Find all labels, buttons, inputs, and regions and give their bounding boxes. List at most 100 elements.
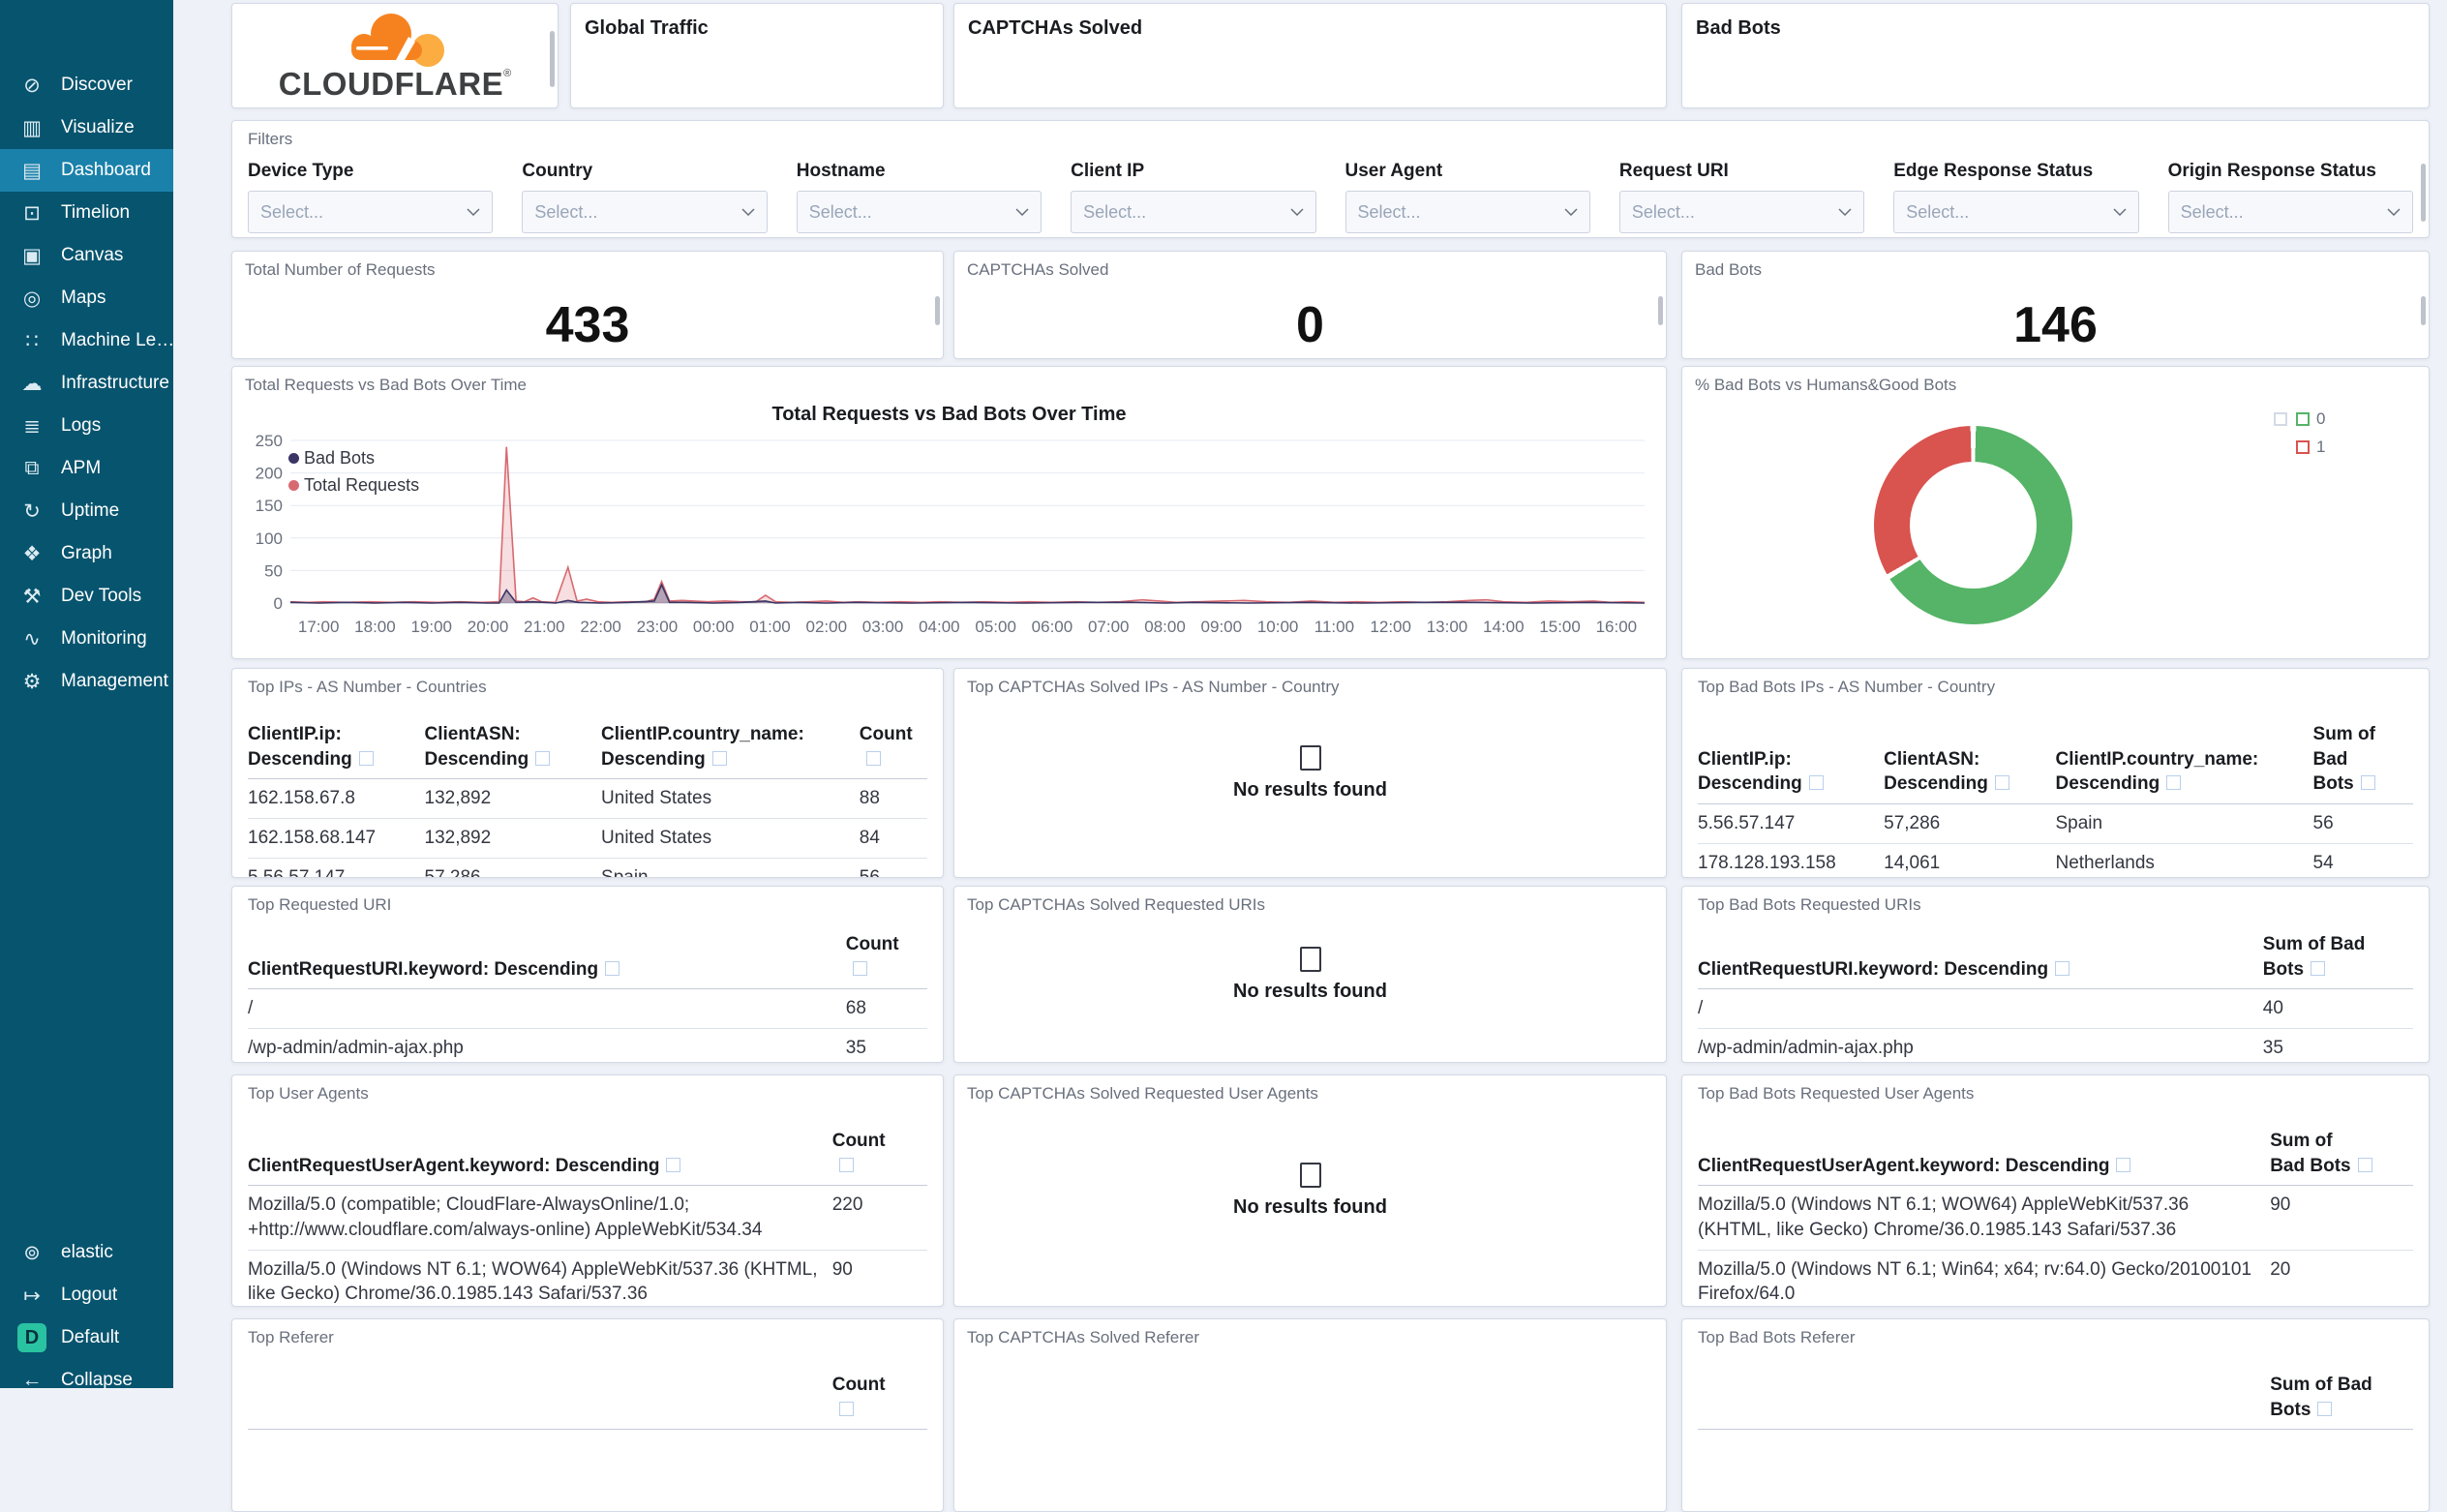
filter-client-ip: Client IP Select... [1071,161,1316,233]
panel-scrollbar-thumb[interactable] [2421,164,2426,222]
sidebar-item-uptime[interactable]: ↻ Uptime [0,490,173,532]
country-select[interactable]: Select... [522,191,768,233]
column-header[interactable]: Count [831,1373,927,1431]
sidebar-item-canvas[interactable]: ▣ Canvas [0,234,173,277]
sidebar-item-elastic-user[interactable]: ⊚ elastic [0,1231,173,1274]
panel-top-badbot-referer: Top Bad Bots Referer Sum of Bad Bots [1681,1318,2430,1512]
sidebar-item-monitoring[interactable]: ∿ Monitoring [0,618,173,660]
column-header[interactable]: ClientRequestURI.keyword: Descending [1698,932,2263,990]
sidebar-item-apm[interactable]: ⧉ APM [0,447,173,490]
management-icon: ⚙ [22,670,42,693]
series-dot-icon [288,453,299,464]
line-chart: 0 50 100 150 200 250 17:00 18:00 19:00 20:00 21:00… [256,432,1646,636]
panel-top-badbot-user-agents: Top Bad Bots Requested User Agents Clien… [1681,1074,2430,1307]
section-heading: Global Traffic [585,17,709,39]
column-header[interactable]: Sum of Bad Bots [2312,722,2413,804]
sidebar-item-logs[interactable]: ≣ Logs [0,405,173,447]
sidebar: ⊘ Discover ▥ Visualize ▤ Dashboard ⊡ Timelio… [0,0,174,1391]
sidebar-item-default-space[interactable]: D Default [0,1316,173,1359]
panel-scrollbar-thumb[interactable] [2421,296,2426,325]
sidebar-item-label: Canvas [61,245,124,265]
empty-visualization-icon [1299,946,1321,972]
column-header[interactable]: ClientRequestUserAgent.keyword: Descendi… [248,1129,832,1187]
donut-chart [1874,426,2072,624]
panel-global-traffic-header: Global Traffic [570,3,944,108]
sort-checkbox [2360,775,2375,791]
panel-scrollbar-thumb[interactable] [935,296,940,325]
filter-label: Country [522,161,593,181]
column-header[interactable]: Sum of Bad Bots [2270,1373,2413,1431]
table-row: 162.158.67.8 132,892 United States 88 [248,778,927,819]
edge-response-status-select[interactable]: Select... [1893,191,2139,233]
origin-response-status-select[interactable]: Select... [2167,191,2413,233]
column-header[interactable]: Sum of Bad Bots [2270,1129,2413,1187]
legend-item-1[interactable]: 1 [2274,438,2328,457]
device-type-select[interactable]: Select... [248,191,494,233]
canvas-icon: ▣ [22,244,42,267]
sidebar-item-graph[interactable]: ❖ Graph [0,532,173,575]
x-axis-tick: 05:00 [975,618,1016,636]
column-header[interactable] [1698,1373,2271,1431]
sidebar-item-logout[interactable]: ↦ Logout [0,1274,173,1316]
filter-user-agent: User Agent Select... [1344,161,1590,233]
donut-legend: 0 1 [2274,409,2328,466]
sidebar-item-discover[interactable]: ⊘ Discover [0,64,173,106]
sidebar-item-maps[interactable]: ◎ Maps [0,277,173,319]
data-table: ClientRequestUserAgent.keyword: Descendi… [248,1129,927,1306]
legend-item-total-requests[interactable]: Total Requests [288,475,419,496]
sidebar-item-timelion[interactable]: ⊡ Timelion [0,192,173,234]
column-header[interactable]: ClientRequestURI.keyword: Descending [248,932,846,990]
x-axis-tick: 18:00 [354,618,396,636]
panel-scrollbar-thumb[interactable] [550,31,555,87]
sort-checkbox [2166,775,2182,791]
filter-request-uri: Request URI Select... [1618,161,1865,233]
apm-icon: ⧉ [24,457,40,479]
x-axis-tick: 11:00 [1314,618,1354,636]
column-header[interactable]: Sum of Bad Bots [2262,932,2413,990]
select-placeholder: Select... [534,201,598,222]
column-header[interactable]: ClientASN: Descending [1884,722,2056,804]
chevron-down-icon [741,208,755,216]
panel-badbots-metric: Bad Bots 146 [1681,251,2430,359]
dashboard-icon: ▤ [22,159,42,182]
column-header[interactable]: ClientIP.country_name: Descending [2055,722,2313,804]
column-header[interactable]: Count [831,1129,927,1187]
sidebar-item-label: Dashboard [61,160,151,180]
sidebar-item-infrastructure[interactable]: ☁ Infrastructure [0,362,173,405]
discover-icon: ⊘ [23,74,41,97]
registered-mark: ® [503,68,512,79]
request-uri-select[interactable]: Select... [1618,191,1865,233]
x-axis-tick: 06:00 [1032,618,1073,636]
panel-captchas-header: CAPTCHAs Solved [953,3,1667,108]
column-header[interactable]: ClientIP.ip: Descending [248,722,425,780]
sort-checkbox [852,960,867,976]
sidebar-item-machine-learning[interactable]: ∷ Machine Le… [0,319,174,362]
column-header[interactable]: ClientASN: Descending [424,722,602,780]
column-header[interactable]: ClientIP.ip: Descending [1698,722,1885,804]
sidebar-item-visualize[interactable]: ▥ Visualize [0,106,173,149]
column-header[interactable]: ClientRequestUserAgent.keyword: Descendi… [1698,1129,2271,1187]
client-ip-select[interactable]: Select... [1071,191,1316,233]
user-icon: ⊚ [23,1241,41,1264]
column-header[interactable]: ClientIP.country_name: Descending [601,722,860,780]
empty-visualization-icon [1299,1163,1321,1188]
sidebar-item-label: Graph [61,543,112,563]
legend-item-0[interactable]: 0 [2274,409,2328,429]
data-table: Sum of Bad Bots [1698,1373,2413,1431]
legend-item-bad-bots[interactable]: Bad Bots [288,448,419,469]
table-row: 178.128.193.158 14,061 Netherlands 54 [1698,843,2413,877]
x-axis-tick: 23:00 [637,618,679,636]
sidebar-item-collapse[interactable]: ← Collapse [0,1359,173,1402]
sidebar-item-dashboard[interactable]: ▤ Dashboard [0,149,173,192]
panel-top-captcha-referer: Top CAPTCHAs Solved Referer [953,1318,1667,1512]
hostname-select[interactable]: Select... [796,191,1042,233]
user-agent-select[interactable]: Select... [1344,191,1590,233]
sidebar-item-dev-tools[interactable]: ⚒ Dev Tools [0,575,173,618]
sidebar-item-management[interactable]: ⚙ Management [0,660,173,703]
column-header[interactable] [248,1373,832,1431]
x-axis-tick: 07:00 [1088,618,1130,636]
column-header[interactable]: Count [859,722,927,780]
panel-scrollbar-thumb[interactable] [1658,296,1663,325]
table-row: /40 [1698,988,2413,1029]
column-header[interactable]: Count [845,932,927,990]
